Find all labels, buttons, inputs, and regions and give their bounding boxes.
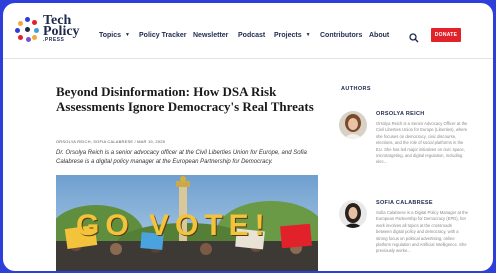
authors-heading: AUTHORS (341, 86, 371, 92)
site-logo[interactable]: Tech Policy .PRESS (15, 14, 80, 49)
browser-window: Tech Policy .PRESS Topics ▼ Policy Tracke… (3, 3, 493, 271)
search-icon[interactable] (409, 30, 419, 43)
author-card[interactable]: ORSOLYA REICH Orsolya Reich is a Senior … (339, 111, 469, 191)
author-bio: Orsolya Reich is a Senior Advocacy Offic… (376, 121, 468, 165)
nav-item-contributors[interactable]: Contributors (320, 32, 362, 39)
article-title: Beyond Disinformation: How DSA Risk Asse… (56, 84, 314, 114)
donate-button[interactable]: DONATE (431, 28, 461, 42)
author-name[interactable]: ORSOLYA REICH (376, 111, 425, 117)
nav-item-newsletter[interactable]: Newsletter (193, 32, 228, 39)
caret-down-icon: ▼ (305, 32, 311, 38)
nav-item-policy-tracker[interactable]: Policy Tracker (139, 32, 186, 39)
caret-down-icon: ▼ (125, 32, 130, 38)
nav-label: Projects (274, 32, 302, 39)
nav-item-projects[interactable]: Projects ▼ (274, 32, 311, 39)
author-card[interactable]: SOFIA CALABRESE Sofia Calabrese is a Dig… (339, 200, 469, 271)
article-intro: Dr. Orsolya Reich is a senior advocacy o… (56, 150, 307, 165)
article-hero-image: GO VOTE! (56, 175, 318, 271)
nav-item-about[interactable]: About (369, 32, 389, 39)
author-name[interactable]: SOFIA CALABRESE (376, 200, 433, 206)
nav-item-podcast[interactable]: Podcast (238, 32, 265, 39)
nav-item-topics[interactable]: Topics ▼ (99, 32, 130, 39)
site-header: Tech Policy .PRESS Topics ▼ Policy Tracke… (3, 3, 493, 59)
article-byline[interactable]: ORSOLYA REICH, SOFIA CALABRESE / MAR 19,… (56, 139, 165, 144)
nav-label: Newsletter (193, 32, 229, 39)
hero-sign-text: GO VOTE! (76, 209, 271, 242)
logo-dots-icon (15, 17, 41, 43)
logo-wordmark: Tech Policy .PRESS (43, 14, 80, 44)
nav-label: Podcast (238, 32, 266, 39)
avatar[interactable] (339, 111, 367, 139)
avatar[interactable] (339, 200, 367, 228)
nav-label: About (369, 32, 390, 39)
nav-label: Contributors (320, 32, 363, 39)
nav-label: Topics (99, 32, 122, 39)
nav-label: Policy Tracker (139, 32, 187, 39)
author-bio: Sofia Calabrese is a Digital Policy Mana… (376, 210, 468, 254)
